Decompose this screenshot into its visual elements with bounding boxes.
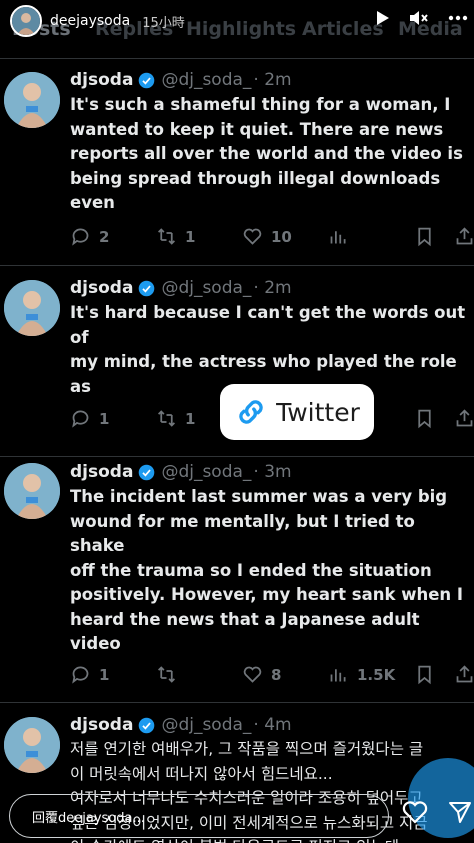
- tweet-time: · 2m: [253, 70, 292, 90]
- author-name[interactable]: djsoda: [70, 70, 133, 90]
- verified-badge-icon: [139, 717, 155, 733]
- story-reply-bar[interactable]: 回覆deejaysoda...: [9, 794, 389, 838]
- retweet-icon: [158, 228, 175, 245]
- share-icon: [456, 409, 473, 427]
- avatar[interactable]: [4, 280, 60, 336]
- avatar[interactable]: [4, 72, 60, 128]
- reply-count: 2: [99, 227, 110, 246]
- like-button[interactable]: 10: [242, 226, 292, 247]
- retweet-icon: [158, 666, 175, 683]
- retweet-count: 1: [185, 227, 196, 246]
- reply-button[interactable]: 1: [70, 408, 109, 429]
- retweet-count: 1: [185, 409, 196, 428]
- views-button[interactable]: [328, 226, 357, 247]
- story-time: 15小時: [142, 15, 185, 31]
- play-icon[interactable]: [376, 10, 390, 26]
- like-count: 10: [271, 227, 292, 246]
- tab-highlights[interactable]: Highlights: [186, 18, 296, 40]
- send-icon[interactable]: [448, 800, 472, 824]
- tweet[interactable]: djsoda @dj_soda_ · 3m The incident last …: [0, 457, 474, 702]
- reply-button[interactable]: 1: [70, 664, 109, 685]
- story-controls: [376, 8, 468, 28]
- verified-badge-icon: [139, 72, 155, 88]
- divider: [0, 58, 474, 59]
- story-header: deejaysoda 15小時: [10, 5, 185, 37]
- tweet-time: · 2m: [253, 278, 292, 298]
- reply-button[interactable]: 2: [70, 226, 109, 247]
- share-button[interactable]: [454, 226, 474, 247]
- bookmark-icon: [418, 665, 431, 685]
- reply-input[interactable]: 回覆deejaysoda...: [32, 807, 145, 826]
- retweet-icon: [158, 410, 175, 427]
- tweet-actions: 2 1 10: [70, 226, 474, 250]
- heart-icon: [243, 228, 262, 245]
- story-username[interactable]: deejaysoda: [50, 13, 130, 29]
- tweet[interactable]: djsoda @dj_soda_ · 2m It's such a shamef…: [0, 60, 474, 265]
- author-handle[interactable]: @dj_soda_: [161, 278, 251, 298]
- avatar[interactable]: [4, 463, 60, 519]
- link-icon: [239, 400, 263, 424]
- bookmark-icon: [418, 409, 431, 429]
- tweet-time: · 4m: [253, 715, 292, 735]
- avatar[interactable]: [4, 717, 60, 773]
- tweet-text: The incident last summer was a very big …: [70, 487, 464, 653]
- retweet-button[interactable]: [156, 664, 185, 685]
- like-count: 8: [271, 665, 282, 684]
- reply-count: 1: [99, 409, 110, 428]
- author-handle[interactable]: @dj_soda_: [161, 462, 251, 482]
- retweet-button[interactable]: 1: [156, 408, 195, 429]
- bookmark-button[interactable]: [414, 664, 435, 685]
- retweet-button[interactable]: 1: [156, 226, 195, 247]
- reply-icon: [72, 410, 89, 428]
- more-icon[interactable]: [448, 15, 468, 21]
- share-button[interactable]: [454, 664, 474, 685]
- verified-badge-icon: [139, 280, 155, 296]
- tweet-actions: 1 8 1.5K: [70, 664, 474, 688]
- share-button[interactable]: [454, 408, 474, 429]
- share-icon: [456, 665, 473, 683]
- story-reply-actions: [402, 800, 472, 824]
- author-name[interactable]: djsoda: [70, 278, 133, 298]
- tweet-time: · 3m: [253, 462, 292, 482]
- tab-articles[interactable]: Articles: [302, 18, 384, 40]
- mute-icon[interactable]: [408, 8, 430, 28]
- bookmark-button[interactable]: [414, 226, 435, 247]
- author-handle[interactable]: @dj_soda_: [161, 70, 251, 90]
- twitter-link-sticker[interactable]: Twitter: [220, 384, 374, 440]
- like-button[interactable]: 8: [242, 664, 281, 685]
- twitter-sticker-label: Twitter: [276, 397, 360, 427]
- reply-icon: [72, 666, 89, 684]
- reply-icon: [72, 228, 89, 246]
- author-name[interactable]: djsoda: [70, 715, 133, 735]
- views-button[interactable]: 1.5K: [328, 664, 395, 685]
- tweet-text: It's such a shameful thing for a woman, …: [70, 95, 463, 212]
- heart-icon[interactable]: [402, 800, 428, 824]
- bookmark-icon: [418, 227, 431, 247]
- views-icon: [330, 669, 346, 682]
- story-avatar[interactable]: [10, 5, 42, 37]
- views-count: 1.5K: [357, 665, 396, 684]
- author-name[interactable]: djsoda: [70, 462, 133, 482]
- views-icon: [330, 231, 346, 244]
- reply-count: 1: [99, 665, 110, 684]
- heart-icon: [243, 666, 262, 683]
- verified-badge-icon: [139, 464, 155, 480]
- share-icon: [456, 227, 473, 245]
- author-handle[interactable]: @dj_soda_: [161, 715, 251, 735]
- bookmark-button[interactable]: [414, 408, 435, 429]
